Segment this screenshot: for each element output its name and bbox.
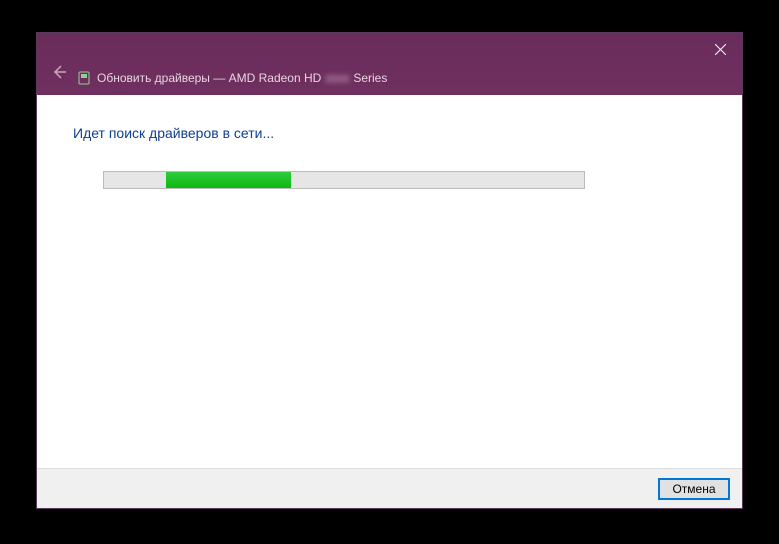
back-arrow-icon [51,64,67,83]
title-model-blurred: xxxx [325,71,349,85]
close-icon [715,44,726,58]
progress-bar [103,171,585,189]
progress-fill [166,172,291,188]
device-icon [77,71,91,85]
titlebar: Обновить драйверы — AMD Radeon HD xxxx S… [37,33,742,95]
status-heading: Идет поиск драйверов в сети... [73,125,706,141]
content-area: Идет поиск драйверов в сети... [37,95,742,468]
back-button[interactable] [47,61,71,85]
title-prefix: Обновить драйверы — AMD Radeon HD [97,71,321,85]
close-button[interactable] [708,39,732,63]
driver-update-dialog: Обновить драйверы — AMD Radeon HD xxxx S… [36,32,743,509]
title-suffix: Series [353,71,387,85]
dialog-footer: Отмена [37,468,742,508]
window-title: Обновить драйверы — AMD Radeon HD xxxx S… [97,71,387,85]
cancel-button[interactable]: Отмена [658,478,730,500]
